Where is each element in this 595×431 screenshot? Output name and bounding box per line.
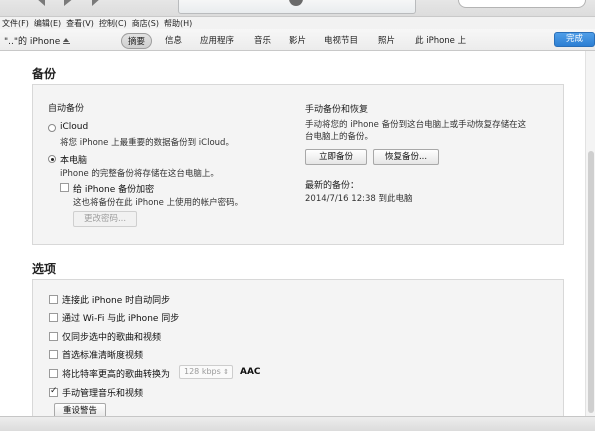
restore-backup-button[interactable]: 恢复备份... — [373, 149, 439, 165]
menu-view[interactable]: 查看(V) — [66, 18, 94, 29]
tab-movies[interactable]: 影片 — [289, 34, 306, 46]
convert-bitrate-checkbox[interactable] — [49, 369, 58, 378]
tab-on-this-iphone[interactable]: 此 iPhone 上 — [415, 34, 466, 46]
icloud-label[interactable]: iCloud — [60, 122, 88, 132]
manual-manage-label[interactable]: 手动管理音乐和视频 — [62, 386, 143, 399]
play-icon[interactable] — [64, 0, 74, 6]
options-panel: 连接此 iPhone 时自动同步 通过 Wi-Fi 与此 iPhone 同步 仅… — [32, 279, 564, 416]
latest-backup-heading: 最新的备份： — [305, 181, 360, 191]
search-input[interactable] — [458, 0, 586, 8]
icloud-description: 将您 iPhone 上最重要的数据备份到 iCloud。 — [60, 138, 234, 148]
menu-edit[interactable]: 编辑(E) — [34, 18, 61, 29]
bitrate-select[interactable]: 128 kbps ⇕ — [179, 365, 233, 379]
manual-backup-heading: 手动备份和恢复 — [305, 105, 369, 115]
change-password-button[interactable]: 更改密码... — [73, 211, 137, 227]
this-computer-radio[interactable] — [48, 155, 56, 163]
backup-now-button[interactable]: 立即备份 — [305, 149, 367, 165]
auto-sync-label[interactable]: 连接此 iPhone 时自动同步 — [62, 293, 170, 306]
this-computer-label[interactable]: 本电脑 — [60, 153, 87, 166]
scrollbar[interactable] — [585, 51, 595, 416]
tab-apps[interactable]: 应用程序 — [200, 34, 234, 46]
wifi-sync-label[interactable]: 通过 Wi-Fi 与此 iPhone 同步 — [62, 311, 179, 324]
tab-music[interactable]: 音乐 — [254, 34, 271, 46]
bottom-status-bar — [0, 416, 595, 431]
encrypt-backup-description: 这也将备份在此 iPhone 上使用的帐户密码。 — [73, 198, 244, 208]
player-controls[interactable] — [36, 0, 106, 6]
this-computer-description: iPhone 的完整备份将存储在这台电脑上。 — [60, 169, 219, 179]
backup-section-title: 备份 — [32, 67, 57, 81]
device-tab-bar: ".."的 iPhone 摘要 信息 应用程序 音乐 影片 电视节目 照片 此 … — [0, 29, 595, 51]
menu-controls[interactable]: 控制(C) — [99, 18, 127, 29]
summary-pane: 备份 自动备份 iCloud 将您 iPhone 上最重要的数据备份到 iClo… — [0, 51, 585, 416]
stepper-arrows-icon: ⇕ — [223, 368, 229, 376]
previous-icon[interactable] — [36, 0, 45, 6]
encrypt-backup-checkbox[interactable] — [60, 183, 69, 192]
bitrate-value: 128 kbps — [184, 367, 221, 376]
tab-summary[interactable]: 摘要 — [121, 33, 153, 49]
wifi-sync-checkbox[interactable] — [49, 313, 58, 322]
eject-icon[interactable] — [63, 37, 71, 44]
scrollbar-thumb[interactable] — [588, 151, 594, 413]
done-button[interactable]: 完成 — [554, 32, 595, 47]
tab-info[interactable]: 信息 — [165, 34, 182, 46]
backup-panel: 自动备份 iCloud 将您 iPhone 上最重要的数据备份到 iCloud。… — [32, 84, 564, 245]
tab-photos[interactable]: 照片 — [378, 34, 395, 46]
device-name[interactable]: ".."的 iPhone — [4, 34, 71, 47]
prefer-sd-video-label[interactable]: 首选标准清晰度视频 — [62, 348, 143, 361]
auto-backup-heading: 自动备份 — [48, 104, 85, 114]
sync-checked-only-checkbox[interactable] — [49, 332, 58, 341]
menu-store[interactable]: 商店(S) — [132, 18, 159, 29]
reset-warnings-button[interactable]: 重设警告 — [54, 403, 106, 416]
encrypt-backup-label[interactable]: 给 iPhone 备份加密 — [73, 182, 154, 195]
device-name-label: ".."的 iPhone — [4, 37, 61, 47]
menu-file[interactable]: 文件(F) — [2, 18, 29, 29]
manual-backup-description-line2: 台电脑上的备份。 — [305, 132, 374, 142]
auto-sync-checkbox[interactable] — [49, 295, 58, 304]
menu-help[interactable]: 帮助(H) — [164, 18, 192, 29]
manual-backup-description-line1: 手动将您的 iPhone 备份到这台电脑上或手动恢复存储在这 — [305, 120, 527, 130]
tab-tv-shows[interactable]: 电视节目 — [324, 34, 358, 46]
bitrate-format: AAC — [240, 367, 261, 377]
prefer-sd-video-checkbox[interactable] — [49, 350, 58, 359]
options-section-title: 选项 — [32, 262, 57, 276]
latest-backup-value: 2014/7/16 12:38 到此电脑 — [305, 194, 413, 204]
icloud-radio[interactable] — [48, 124, 56, 132]
manual-manage-checkbox[interactable] — [49, 386, 58, 397]
title-bar — [0, 0, 595, 17]
sync-checked-only-label[interactable]: 仅同步选中的歌曲和视频 — [62, 330, 161, 343]
menu-bar: 文件(F) 编辑(E) 查看(V) 控制(C) 商店(S) 帮助(H) — [0, 17, 197, 29]
convert-bitrate-label[interactable]: 将比特率更高的歌曲转换为 — [62, 367, 170, 380]
next-icon[interactable] — [92, 0, 101, 6]
